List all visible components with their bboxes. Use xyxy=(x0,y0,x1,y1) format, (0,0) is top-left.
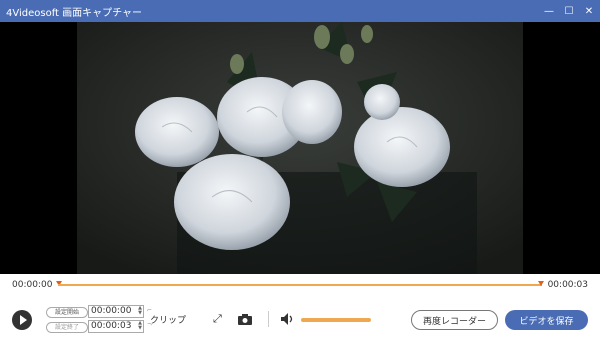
start-time-field[interactable]: 00:00:00 ▲ ▼ xyxy=(88,305,144,318)
window-title: 4Videosoft 画面キャプチャー xyxy=(6,7,143,19)
trim-end-handle[interactable] xyxy=(538,281,544,286)
title-bar: 4Videosoft 画面キャプチャー — ☐ ✕ xyxy=(0,0,600,22)
save-video-button[interactable]: ビデオを保存 xyxy=(505,310,588,330)
separator xyxy=(268,311,269,327)
minimize-icon[interactable]: — xyxy=(540,0,558,22)
set-end-button[interactable]: 設定終了 xyxy=(46,322,88,333)
end-time-value: 00:00:03 xyxy=(91,321,132,331)
timeline-track[interactable] xyxy=(58,284,542,286)
expand-icon[interactable]: ⤢ xyxy=(213,313,225,325)
video-preview xyxy=(0,22,600,274)
timeline-start-time: 00:00:00 xyxy=(12,280,53,290)
end-time-stepper[interactable]: ▲ ▼ xyxy=(138,321,142,331)
clip-button[interactable]: クリップ xyxy=(150,313,186,326)
play-button[interactable] xyxy=(12,310,32,330)
capture-window: 4Videosoft 画面キャプチャー — ☐ ✕ 00:00:00 00:00… xyxy=(0,0,600,343)
timeline-end-time: 00:00:03 xyxy=(547,280,588,290)
set-start-button[interactable]: 設定開始 xyxy=(46,307,88,318)
rerecord-button[interactable]: 再度レコーダー xyxy=(411,310,498,330)
camera-icon[interactable] xyxy=(238,313,252,325)
video-frame xyxy=(77,22,523,274)
end-time-field[interactable]: 00:00:03 ▲ ▼ xyxy=(88,320,144,333)
speaker-icon[interactable] xyxy=(281,313,295,325)
maximize-icon[interactable]: ☐ xyxy=(560,0,578,22)
close-icon[interactable]: ✕ xyxy=(580,0,598,22)
start-time-value: 00:00:00 xyxy=(91,306,132,316)
start-time-stepper[interactable]: ▲ ▼ xyxy=(138,306,142,316)
volume-slider[interactable] xyxy=(301,318,371,322)
